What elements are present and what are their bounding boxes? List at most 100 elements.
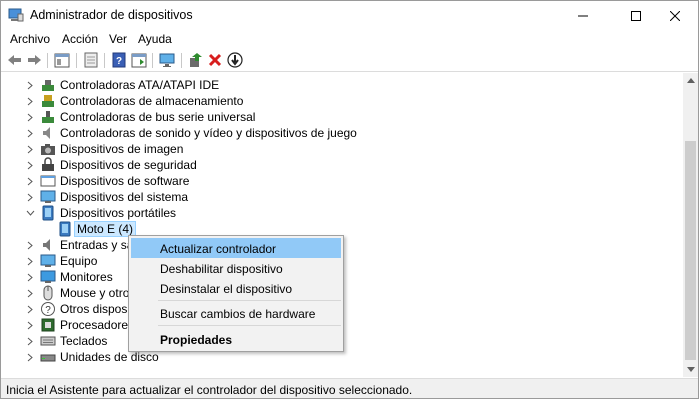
menu-archivo[interactable]: Archivo <box>10 32 50 46</box>
monitor-icon <box>159 53 175 67</box>
tree-item-usb[interactable]: Controladoras de bus serie universal <box>1 109 683 125</box>
vertical-scrollbar[interactable] <box>683 73 698 377</box>
back-icon <box>8 55 21 65</box>
tree-item-label: Controladoras de bus serie universal <box>60 110 256 124</box>
tree-item-label: Procesadores <box>60 318 135 332</box>
tree-item-label: Teclados <box>60 334 108 348</box>
close-button[interactable] <box>652 1 698 30</box>
mouse-icon <box>40 285 56 301</box>
toolbar: ? <box>1 49 698 72</box>
scrollbar-thumb[interactable] <box>685 141 696 360</box>
minimize-button[interactable] <box>560 1 606 30</box>
tree-item-label: Dispositivos de software <box>60 174 190 188</box>
title-bar[interactable]: Administrador de dispositivos <box>1 1 698 30</box>
back-button[interactable] <box>6 51 24 69</box>
svg-text:?: ? <box>45 305 51 316</box>
menu-item-uninstall-device[interactable]: Desinstalar el dispositivo <box>131 278 341 298</box>
context-menu: Actualizar controlador Deshabilitar disp… <box>128 235 344 352</box>
minimize-icon <box>578 15 588 16</box>
ide-controller-icon <box>40 77 56 93</box>
uninstall-button[interactable] <box>206 51 224 69</box>
tree-item-label: Moto E (4) <box>74 221 137 237</box>
menu-separator <box>158 300 341 301</box>
chevron-right-icon[interactable] <box>25 79 35 91</box>
chevron-down-icon[interactable] <box>25 207 35 219</box>
menu-item-label: Buscar cambios de hardware <box>160 307 316 321</box>
toolbar-separator <box>47 53 48 68</box>
forward-button[interactable] <box>25 51 43 69</box>
system-device-icon <box>40 189 56 205</box>
tree-item-label: Equipo <box>60 254 98 268</box>
menu-item-disable-device[interactable]: Deshabilitar dispositivo <box>131 258 341 278</box>
chevron-right-icon[interactable] <box>25 287 35 299</box>
device-manager-window: Administrador de dispositivos Archivo Ac… <box>0 0 699 399</box>
chevron-right-icon[interactable] <box>25 175 35 187</box>
chevron-right-icon[interactable] <box>25 143 35 155</box>
uninstall-icon <box>208 53 222 67</box>
chevron-right-icon[interactable] <box>25 191 35 203</box>
status-bar: Inicia el Asistente para actualizar el c… <box>1 378 698 398</box>
help-icon: ? <box>112 52 126 68</box>
tree-item-label: Controladoras ATA/ATAPI IDE <box>60 78 220 92</box>
console-button[interactable] <box>130 51 148 69</box>
add-driver-icon <box>190 53 202 67</box>
scroll-up-button[interactable] <box>683 73 698 88</box>
update-icon <box>227 52 243 68</box>
menu-ver[interactable]: Ver <box>109 32 127 46</box>
chevron-right-icon[interactable] <box>25 255 35 267</box>
tree-item-label: Dispositivos de imagen <box>60 142 184 156</box>
portable-device-icon <box>40 205 56 221</box>
menu-item-update-driver[interactable]: Actualizar controlador <box>131 238 341 258</box>
toolbar-separator <box>152 53 153 68</box>
tree-item-label: Unidades de disco <box>60 350 159 364</box>
maximize-icon <box>631 10 641 21</box>
update-button[interactable] <box>226 51 244 69</box>
close-icon <box>670 10 680 21</box>
chevron-right-icon[interactable] <box>25 271 35 283</box>
menu-accion[interactable]: Acción <box>62 32 98 46</box>
tree-item-ide[interactable]: Controladoras ATA/ATAPI IDE <box>1 77 683 93</box>
security-icon <box>40 157 56 173</box>
chevron-right-icon[interactable] <box>25 127 35 139</box>
tree-item-imaging[interactable]: Dispositivos de imagen <box>1 141 683 157</box>
show-hide-button[interactable] <box>82 51 100 69</box>
tree-item-software[interactable]: Dispositivos de software <box>1 173 683 189</box>
tree-item-security[interactable]: Dispositivos de seguridad <box>1 157 683 173</box>
scroll-down-button[interactable] <box>683 362 698 377</box>
menu-item-label: Deshabilitar dispositivo <box>160 262 283 276</box>
chevron-right-icon[interactable] <box>25 95 35 107</box>
tree-item-label: Controladoras de almacenamiento <box>60 94 244 108</box>
chevron-right-icon[interactable] <box>25 111 35 123</box>
chevron-right-icon[interactable] <box>25 159 35 171</box>
chevron-right-icon[interactable] <box>25 335 35 347</box>
chevron-right-icon[interactable] <box>25 319 35 331</box>
properties-pane-button[interactable] <box>53 51 71 69</box>
add-driver-button[interactable] <box>187 51 205 69</box>
tree-item-system[interactable]: Dispositivos del sistema <box>1 189 683 205</box>
tree-item-label: Mouse y otros <box>60 286 136 300</box>
help-button[interactable]: ? <box>110 51 128 69</box>
menu-item-properties[interactable]: Propiedades <box>131 329 341 349</box>
window-title: Administrador de dispositivos <box>30 8 193 22</box>
tree-item-portable[interactable]: Dispositivos portátiles <box>1 205 683 221</box>
toolbar-separator <box>181 53 182 68</box>
tree-item-storage[interactable]: Controladoras de almacenamiento <box>1 93 683 109</box>
scroll-up-icon <box>686 78 695 83</box>
show-hide-icon <box>84 52 98 68</box>
monitor-button[interactable] <box>158 51 176 69</box>
other-device-icon: ? <box>40 301 56 317</box>
menu-item-label: Desinstalar el dispositivo <box>160 282 293 296</box>
forward-icon <box>28 55 41 65</box>
chevron-right-icon[interactable] <box>25 351 35 363</box>
chevron-right-icon[interactable] <box>25 303 35 315</box>
chevron-right-icon[interactable] <box>25 239 35 251</box>
tree-item-label: Entradas y sali <box>60 238 139 252</box>
tree-item-label: Dispositivos de seguridad <box>60 158 197 172</box>
tree-item-sound[interactable]: Controladoras de sonido y vídeo y dispos… <box>1 125 683 141</box>
svg-text:?: ? <box>116 56 122 67</box>
tree-item-label: Dispositivos portátiles <box>60 206 177 220</box>
menu-ayuda[interactable]: Ayuda <box>138 32 172 46</box>
menu-item-scan-hardware[interactable]: Buscar cambios de hardware <box>131 303 341 323</box>
processor-icon <box>40 317 56 333</box>
toolbar-separator <box>104 53 105 68</box>
